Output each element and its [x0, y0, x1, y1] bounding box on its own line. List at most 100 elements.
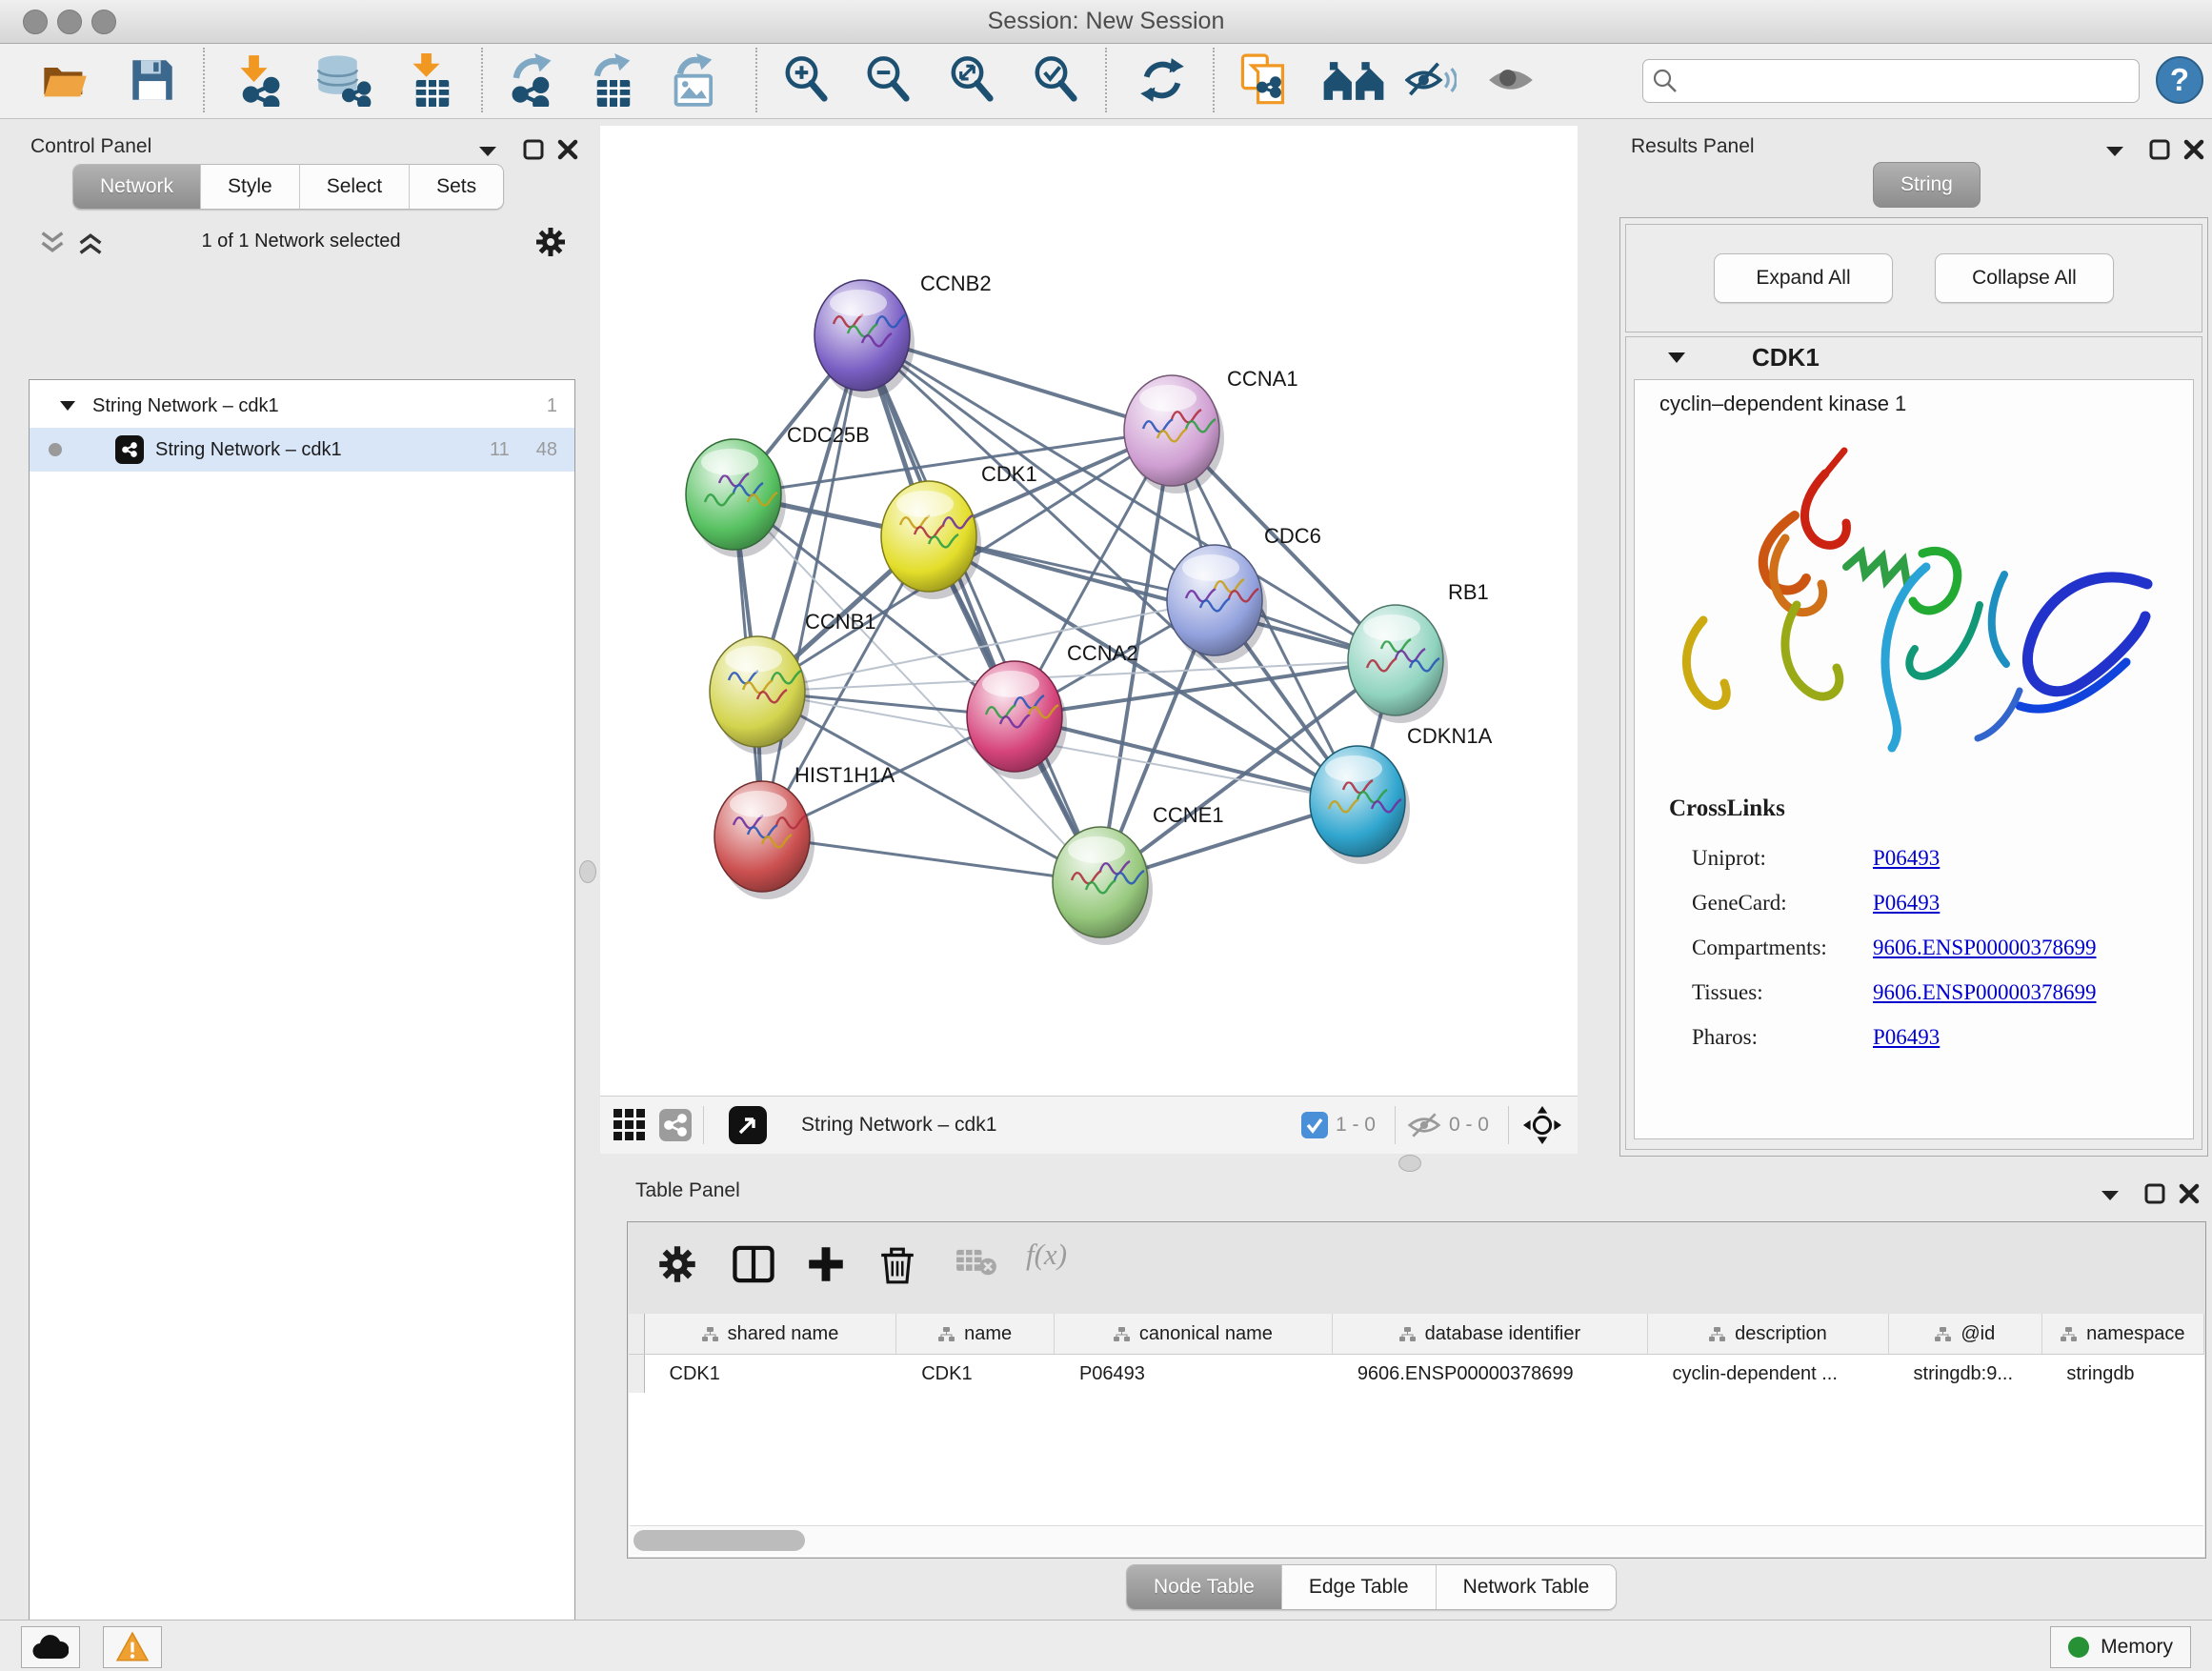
table-panel-body: f(x) shared namenamecanonical namedataba… — [627, 1221, 2206, 1559]
import-network-button[interactable] — [231, 51, 289, 109]
selected-node-edge-counts: 1 - 0 — [1336, 1114, 1376, 1137]
zoom-fit-button[interactable] — [943, 51, 1000, 109]
zoom-selected-button[interactable] — [1027, 51, 1084, 109]
tab-style[interactable]: Style — [201, 165, 300, 209]
export-network-button[interactable] — [503, 51, 560, 109]
network-canvas[interactable]: CCNB2CCNA1CDC25BCDK1CDC6RB1CCNB1CCNA2CDK… — [600, 126, 1578, 1096]
column-header-description[interactable]: description — [1648, 1314, 1889, 1354]
copy-documents-icon — [1239, 53, 1287, 107]
network-results-splitter[interactable] — [1578, 126, 1614, 1153]
search-input[interactable] — [1685, 70, 2129, 93]
toolbar-separator — [203, 48, 205, 112]
delete-column-icon[interactable] — [879, 1245, 915, 1290]
column-header-sharedname[interactable]: shared name — [645, 1314, 897, 1354]
status-separator — [703, 1106, 704, 1144]
hide-glass-labels-button[interactable] — [1402, 51, 1459, 109]
tab-network[interactable]: Network — [73, 165, 201, 209]
crosslink-link-uniprot[interactable]: P06493 — [1873, 846, 1940, 871]
crosslink-link-compartments[interactable]: 9606.ENSP00000378699 — [1873, 936, 2097, 960]
hidden-eye-icon[interactable] — [1407, 1111, 1441, 1139]
column-header-id[interactable]: @id — [1889, 1314, 2042, 1354]
network-node-CCNE1[interactable]: CCNE1 — [1053, 803, 1224, 945]
table-row[interactable]: CDK1CDK1P064939606.ENSP00000378699cyclin… — [629, 1355, 2204, 1393]
copy-network-button[interactable] — [1235, 51, 1292, 109]
import-network-from-database-button[interactable] — [312, 51, 379, 109]
panel-close-icon[interactable] — [2183, 139, 2204, 160]
section-expander-icon[interactable] — [1668, 352, 1685, 364]
selected-checkbox-icon[interactable] — [1301, 1112, 1328, 1138]
gear-icon[interactable] — [535, 227, 566, 257]
warnings-button[interactable] — [103, 1626, 162, 1668]
crosslink-link-tissues[interactable]: 9606.ENSP00000378699 — [1873, 980, 2097, 1005]
apply-layout-button[interactable] — [1134, 51, 1191, 109]
network-node-HIST1H1A[interactable]: HIST1H1A — [714, 763, 895, 899]
column-header-name[interactable]: name — [896, 1314, 1055, 1354]
column-header-canonicalname[interactable]: canonical name — [1055, 1314, 1333, 1354]
table-gear-icon[interactable] — [658, 1245, 696, 1288]
crosslink-row: Uniprot:P06493 — [1692, 836, 2187, 880]
zoom-in-button[interactable] — [777, 51, 835, 109]
network-collection-row[interactable]: String Network – cdk1 1 — [30, 384, 574, 428]
table-panel-title: Table Panel — [635, 1179, 740, 1202]
crosslink-link-pharos[interactable]: P06493 — [1873, 1025, 1940, 1050]
grid-view-icon[interactable] — [613, 1109, 646, 1141]
node-name: CDK1 — [1752, 343, 1820, 372]
string-home-button[interactable] — [1318, 51, 1389, 109]
network-node-CCNB1[interactable]: CCNB1 — [710, 610, 876, 755]
panel-menu-icon[interactable] — [2101, 1189, 2120, 1202]
delete-table-icon[interactable] — [955, 1245, 997, 1282]
node-section-header[interactable]: CDK1 — [1626, 337, 2202, 377]
help-button[interactable]: ? — [2151, 51, 2208, 109]
main-toolbar: ? — [0, 44, 2212, 119]
crosslink-link-genecard[interactable]: P06493 — [1873, 891, 1940, 916]
import-table-button[interactable] — [404, 51, 461, 109]
network-share-icon[interactable] — [659, 1109, 692, 1141]
zoom-out-button[interactable] — [859, 51, 916, 109]
column-header-namespace[interactable]: namespace — [2042, 1314, 2204, 1354]
crosslinks-list: Uniprot:P06493GeneCard:P06493Compartment… — [1692, 836, 2187, 1059]
panel-close-icon[interactable] — [2179, 1183, 2200, 1204]
birdseye-view-icon[interactable] — [729, 1106, 767, 1144]
export-table-button[interactable] — [585, 51, 642, 109]
panel-float-icon[interactable] — [2149, 139, 2170, 160]
panel-menu-icon[interactable] — [2105, 145, 2124, 158]
column-header-databaseidentifier[interactable]: database identifier — [1333, 1314, 1648, 1354]
node-table: shared namenamecanonical namedatabase id… — [629, 1314, 2204, 1557]
panel-menu-icon[interactable] — [478, 145, 497, 158]
help-icon: ? — [2155, 55, 2204, 105]
tab-string[interactable]: String — [1873, 162, 1981, 208]
function-builder-icon[interactable]: f(x) — [1026, 1238, 1067, 1272]
memory-button[interactable]: Memory — [2050, 1626, 2191, 1668]
open-session-button[interactable] — [36, 51, 93, 109]
collapse-all-button[interactable]: Collapse All — [1935, 253, 2114, 303]
tab-network-table[interactable]: Network Table — [1437, 1565, 1617, 1609]
cloud-button[interactable] — [21, 1626, 80, 1668]
expand-all-button[interactable]: Expand All — [1714, 253, 1893, 303]
panel-close-icon[interactable] — [557, 139, 578, 160]
add-column-icon[interactable] — [807, 1245, 845, 1288]
network-row-selected[interactable]: String Network – cdk1 11 48 — [30, 428, 574, 472]
hscrollbar-thumb[interactable] — [633, 1530, 805, 1551]
network-node-CDC25B[interactable]: CDC25B — [686, 423, 870, 557]
tab-sets[interactable]: Sets — [410, 165, 503, 209]
panel-float-icon[interactable] — [523, 139, 544, 160]
network-node-CCNB2[interactable]: CCNB2 — [814, 272, 992, 398]
network-node-CDC6[interactable]: CDC6 — [1167, 524, 1321, 663]
show-columns-icon[interactable] — [733, 1245, 774, 1288]
status-separator — [1508, 1106, 1509, 1144]
tree-expander-icon[interactable] — [60, 400, 75, 412]
tab-edge-table[interactable]: Edge Table — [1282, 1565, 1437, 1609]
panel-float-icon[interactable] — [2144, 1183, 2165, 1204]
network-node-CCNA1[interactable]: CCNA1 — [1124, 367, 1298, 493]
network-node-RB1[interactable]: RB1 — [1348, 580, 1489, 723]
tab-node-table[interactable]: Node Table — [1127, 1565, 1282, 1609]
save-session-button[interactable] — [124, 51, 181, 109]
network-node-CDKN1A[interactable]: CDKN1A — [1310, 724, 1493, 864]
left-splitter-handle[interactable] — [579, 860, 596, 883]
refresh-icon — [1138, 56, 1186, 104]
show-hide-panel-button[interactable] — [1482, 51, 1539, 109]
tab-select[interactable]: Select — [300, 165, 410, 209]
pan-crosshair-icon[interactable] — [1522, 1105, 1562, 1145]
export-image-button[interactable] — [667, 51, 724, 109]
node-label-CCNE1: CCNE1 — [1153, 803, 1224, 827]
